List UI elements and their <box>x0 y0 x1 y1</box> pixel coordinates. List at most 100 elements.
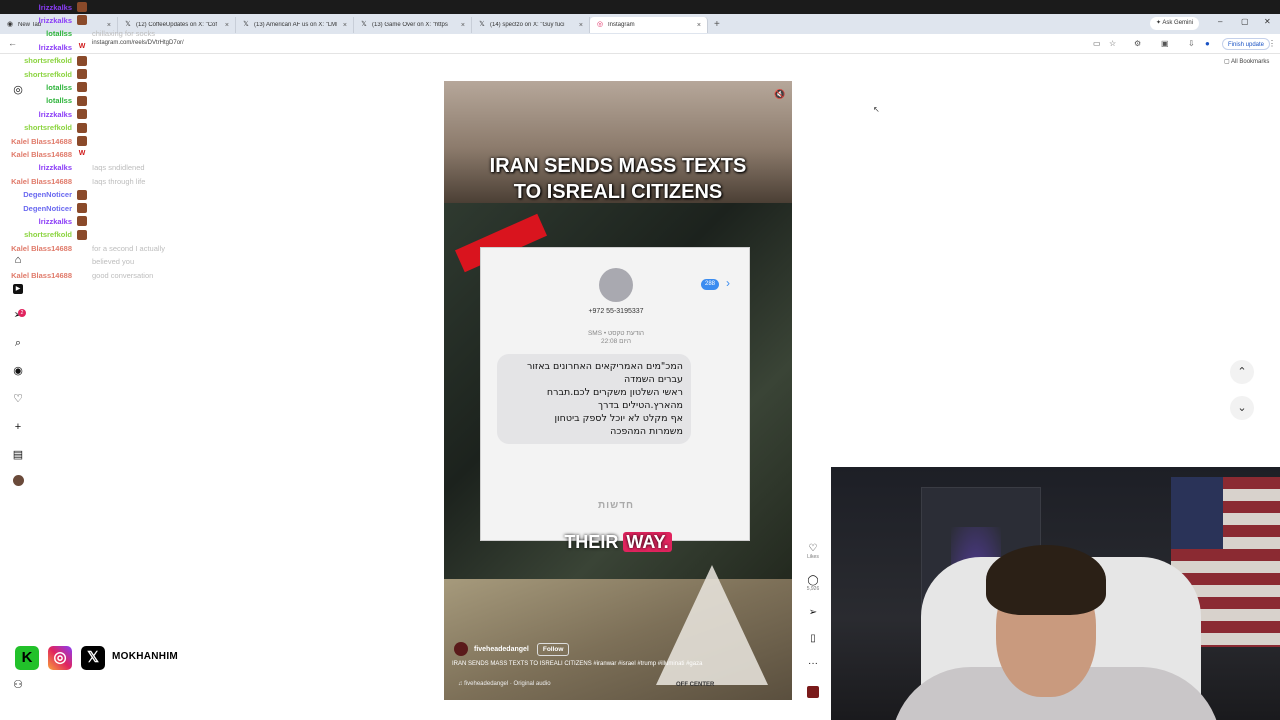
downloads-icon[interactable]: ⇩ <box>1188 39 1195 48</box>
chat-username: DegenNoticer <box>23 190 72 200</box>
close-tab-icon[interactable]: × <box>461 22 465 29</box>
chat-username: shortsrefkold <box>24 123 72 133</box>
stream-chat-overlay: lrizzkalks lrizzkalks lotallss chillaxing f… <box>0 0 170 280</box>
pyramid-logo <box>656 565 768 685</box>
comment-button[interactable]: ◯ 5,926 <box>804 575 822 592</box>
chat-emote-icon <box>77 2 87 12</box>
author-username[interactable]: fiveheadedangel <box>474 646 529 653</box>
tab-label: (13) American AF us on X: "LMF <box>254 22 337 28</box>
chevron-right-icon: › <box>726 276 730 290</box>
comments-count: 5,926 <box>806 586 820 592</box>
restore-icon[interactable]: ▢ <box>1241 17 1249 26</box>
more-options-button[interactable]: ··· <box>804 658 822 669</box>
unread-badge: 288 <box>701 279 720 290</box>
tab-4[interactable]: 𝕏 (14) spectzo on X: "Guy fuci × <box>472 17 590 33</box>
notifications-heart-icon[interactable]: ♡ <box>10 391 26 407</box>
chat-line: Kalel Blass14688 <box>0 135 92 147</box>
streamer-webcam <box>831 467 1280 720</box>
chat-line: shortsrefkold <box>0 55 92 67</box>
tab-3[interactable]: 𝕏 (13) Game Over on X: "https × <box>354 17 472 33</box>
finish-update-button[interactable]: Finish update <box>1222 38 1271 50</box>
chat-message: believed you <box>92 257 135 267</box>
kick-icon: K <box>15 646 39 670</box>
author-avatar[interactable] <box>454 642 468 656</box>
chat-message: chillaxing for socks <box>92 29 155 39</box>
contact-avatar-icon <box>599 268 633 302</box>
minimize-icon[interactable]: – <box>1218 17 1222 26</box>
reel-audio[interactable]: ♫ fiveheadedangel · Original audio <box>458 681 551 687</box>
chat-emote-icon <box>77 69 87 79</box>
bookmark-star-icon[interactable]: ☆ <box>1109 39 1116 48</box>
tab-bar: ◉ New Tab × 𝕏 (12) CoffeeUpdates on X: "Cof ×… <box>0 14 1280 34</box>
cast-icon[interactable]: ▭ <box>1093 39 1101 48</box>
reel-video[interactable]: 🔇 IRAN SENDS MASS TEXTS TO ISREALI CITIZ… <box>444 81 792 700</box>
tab-2[interactable]: 𝕏 (13) American AF us on X: "LMF × <box>236 17 354 33</box>
profile-avatar-icon[interactable] <box>10 475 26 491</box>
close-tab-icon[interactable]: × <box>697 22 701 29</box>
save-button[interactable]: ▯ <box>804 633 822 644</box>
chat-emote-icon <box>77 203 87 213</box>
chat-username: DegenNoticer <box>23 203 72 213</box>
reel-author: fiveheadedangel Follow <box>454 642 570 656</box>
notification-badge: 2 <box>18 309 26 317</box>
chat-line: DegenNoticer <box>0 189 92 201</box>
follow-button[interactable]: Follow <box>536 642 570 656</box>
chat-emote-icon <box>77 176 87 186</box>
chat-username: shortsrefkold <box>24 230 72 240</box>
chat-line: Kalel Blass14688 for a second I actually <box>0 242 165 254</box>
mute-icon[interactable]: 🔇 <box>774 89 785 100</box>
tab-5[interactable]: ◎ Instagram × <box>590 17 708 33</box>
close-window-icon[interactable]: ✕ <box>1264 17 1271 26</box>
like-button[interactable]: ♡ Likes <box>804 543 822 560</box>
chat-emote-icon <box>77 55 87 66</box>
close-tab-icon[interactable]: × <box>225 22 229 29</box>
tab-label: Instagram <box>608 22 635 28</box>
extensions-icon[interactable]: ⚙ <box>1134 39 1141 48</box>
chevron-up-icon: ⌃ <box>1237 366 1247 378</box>
chat-emote-icon: W <box>78 150 86 158</box>
menu-dots-icon[interactable]: ⋮ <box>1268 39 1276 48</box>
close-tab-icon[interactable]: × <box>579 22 583 29</box>
chat-line: lrizzkalks <box>0 215 92 227</box>
address-bar: ← instagram.com/reels/DVtrHtgD7or/ ▭ ☆ ⚙… <box>0 34 1280 54</box>
us-flag-union <box>1171 477 1223 549</box>
chat-message: Iaqs sndidlened <box>92 163 145 173</box>
split-view-icon[interactable]: ▣ <box>1161 39 1169 48</box>
bookmark-icon: ▯ <box>810 633 816 644</box>
chat-line: lrizzkalks <box>0 1 92 13</box>
chat-emote-icon <box>77 270 87 280</box>
x-logo-icon: 𝕏 <box>361 21 367 28</box>
chat-line: lotallss <box>0 95 92 107</box>
chat-username: lrizzkalks <box>38 216 72 226</box>
share-button[interactable]: ➢ <box>804 607 822 618</box>
reel-description[interactable]: IRAN SENDS MASS TEXTS TO ISREALI CITIZEN… <box>452 661 702 667</box>
chat-username: Kalel Blass14688 <box>11 136 72 146</box>
chevron-down-icon: ⌄ <box>1237 402 1247 414</box>
caption-highlight-word: WAY. <box>623 532 672 552</box>
new-tab-icon[interactable]: + <box>714 19 720 30</box>
chat-emote-icon: W <box>78 43 86 51</box>
create-plus-icon[interactable]: + <box>10 419 26 435</box>
search-icon[interactable]: ⌕ <box>10 335 26 351</box>
mouse-cursor-icon: ↖ <box>873 105 880 114</box>
chat-username: shortsrefkold <box>24 69 72 79</box>
all-bookmarks-link[interactable]: ▢ All Bookmarks <box>1224 58 1269 65</box>
close-tab-icon[interactable]: × <box>343 22 347 29</box>
chat-username: lrizzkalks <box>38 109 72 119</box>
explore-icon[interactable]: ◉ <box>10 363 26 379</box>
more-menu-icon[interactable]: ⚇ <box>10 677 26 693</box>
audio-thumbnail[interactable] <box>807 686 819 698</box>
chat-line: shortsrefkold <box>0 68 92 80</box>
chat-emote-icon <box>77 109 87 120</box>
streamer-handle: MOKHANHIM <box>112 651 179 662</box>
ask-gemini-button[interactable]: ✦ Ask Gemini <box>1150 17 1200 30</box>
dashboard-icon[interactable]: ▤ <box>10 447 26 463</box>
chat-line: Kalel Blass14688 good conversation <box>0 269 153 281</box>
reels-icon[interactable]: ▶ <box>10 279 26 295</box>
next-reel-button[interactable]: ⌄ <box>1230 396 1254 420</box>
previous-reel-button[interactable]: ⌃ <box>1230 360 1254 384</box>
chat-line: lotallss <box>0 81 92 93</box>
chat-emote-icon <box>77 163 87 173</box>
chat-username: shortsrefkold <box>24 56 72 66</box>
profile-icon[interactable]: ● <box>1205 39 1210 48</box>
